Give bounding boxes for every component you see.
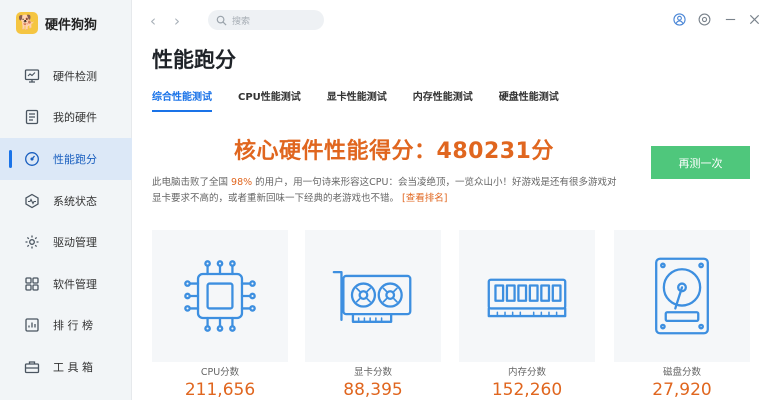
memory-stick-icon (487, 278, 567, 318)
page-title: 性能跑分 (152, 48, 236, 72)
sidebar-item-label: 排 行 榜 (53, 319, 93, 333)
disk-score-card: 磁盘分数 27,920 (614, 230, 750, 400)
gpu-score-card: 显卡分数 88,395 (305, 230, 441, 400)
apps-icon (24, 276, 40, 292)
forward-button[interactable]: › (174, 12, 180, 30)
sidebar-item-label: 硬件检测 (53, 69, 97, 83)
cpu-score-card: CPU分数 211,656 (152, 230, 288, 400)
ranking-icon (24, 317, 40, 333)
retest-button[interactable]: 再测一次 (651, 146, 750, 179)
card-value: 211,656 (184, 380, 256, 400)
sidebar-item-system-status[interactable]: 系统状态 (0, 180, 132, 222)
card-value: 88,395 (343, 380, 403, 400)
sidebar-item-toolbox[interactable]: 工 具 箱 (0, 346, 132, 388)
test-tabs: 综合性能测试 CPU性能测试 显卡性能测试 内存性能测试 硬盘性能测试 (152, 88, 585, 112)
graphics-card-icon (332, 270, 412, 323)
hard-disk-icon (655, 257, 709, 335)
sidebar-nav: 硬件检测 我的硬件 性能跑分 系统状态 驱动管理 软件管理 排 行 榜 工 具 … (0, 55, 132, 388)
app-name: 硬件狗狗 (45, 17, 98, 33)
sidebar-item-driver-manager[interactable]: 驱动管理 (0, 221, 132, 263)
card-icon-area (305, 230, 441, 362)
dog-logo-icon: 🐕 (16, 12, 38, 34)
sidebar-item-hardware-check[interactable]: 硬件检测 (0, 55, 132, 97)
sidebar-item-benchmark[interactable]: 性能跑分 (0, 138, 132, 180)
card-value: 27,920 (652, 380, 712, 400)
close-icon[interactable] (747, 12, 761, 26)
view-ranking-link[interactable]: [查看排名] (402, 193, 447, 204)
pulse-icon (24, 193, 40, 209)
search-placeholder: 搜索 (232, 16, 251, 27)
card-label: CPU分数 (200, 367, 240, 378)
card-icon-area (614, 230, 750, 362)
card-label: 显卡分数 (353, 367, 392, 378)
gear-icon (24, 234, 40, 250)
monitor-icon (24, 68, 40, 84)
app-logo: 🐕 硬件狗狗 (16, 11, 97, 35)
tab-gpu-test[interactable]: 显卡性能测试 (327, 88, 387, 112)
sidebar-item-label: 驱动管理 (53, 236, 97, 250)
sidebar-item-label: 性能跑分 (53, 152, 97, 166)
settings-icon[interactable] (697, 12, 711, 26)
document-icon (24, 109, 40, 125)
card-icon-area (152, 230, 288, 362)
sidebar-item-label: 我的硬件 (53, 111, 97, 125)
card-icon-area (459, 230, 595, 362)
card-label: 内存分数 (507, 367, 546, 378)
sidebar-item-label: 软件管理 (53, 277, 97, 291)
score-label: 核心硬件性能得分： (234, 139, 437, 164)
score-description: 此电脑击败了全国 98% 的用户，用一句诗来形容这CPU：会当凌绝顶，一览众山小… (152, 175, 622, 207)
sidebar-item-label: 工 具 箱 (53, 360, 93, 374)
sidebar-item-software-manager[interactable]: 软件管理 (0, 263, 132, 305)
tab-cpu-test[interactable]: CPU性能测试 (238, 88, 301, 112)
tab-memory-test[interactable]: 内存性能测试 (413, 88, 473, 112)
sidebar-item-label: 系统状态 (53, 194, 97, 208)
search-icon (216, 15, 227, 26)
app-window: 🐕 硬件狗狗 硬件检测 我的硬件 性能跑分 系统状态 驱动管理 软件管理 排 行… (0, 0, 775, 400)
sidebar-item-my-hardware[interactable]: 我的硬件 (0, 97, 132, 139)
top-bar: ‹ › 搜索 (132, 0, 775, 40)
memory-score-card: 内存分数 152,260 (459, 230, 595, 400)
beat-percentage: 98% (231, 177, 253, 188)
toolbox-icon (24, 359, 40, 375)
minimize-icon[interactable] (723, 12, 737, 26)
tab-overall-test[interactable]: 综合性能测试 (152, 88, 212, 112)
sidebar-item-ranking[interactable]: 排 行 榜 (0, 305, 132, 347)
desc-text: 此电脑击败了全国 (152, 177, 232, 188)
tab-disk-test[interactable]: 硬盘性能测试 (499, 88, 559, 112)
card-label: 磁盘分数 (662, 367, 701, 378)
card-value: 152,260 (491, 380, 563, 400)
speedometer-icon (24, 151, 40, 167)
sidebar: 🐕 硬件狗狗 硬件检测 我的硬件 性能跑分 系统状态 驱动管理 软件管理 排 行… (0, 0, 132, 400)
score-value: 480231分 (436, 139, 554, 164)
cpu-chip-icon (184, 260, 256, 332)
total-score-heading: 核心硬件性能得分：480231分 (234, 133, 554, 165)
back-button[interactable]: ‹ (150, 12, 156, 30)
user-icon[interactable] (672, 12, 686, 26)
search-input[interactable]: 搜索 (208, 10, 324, 30)
